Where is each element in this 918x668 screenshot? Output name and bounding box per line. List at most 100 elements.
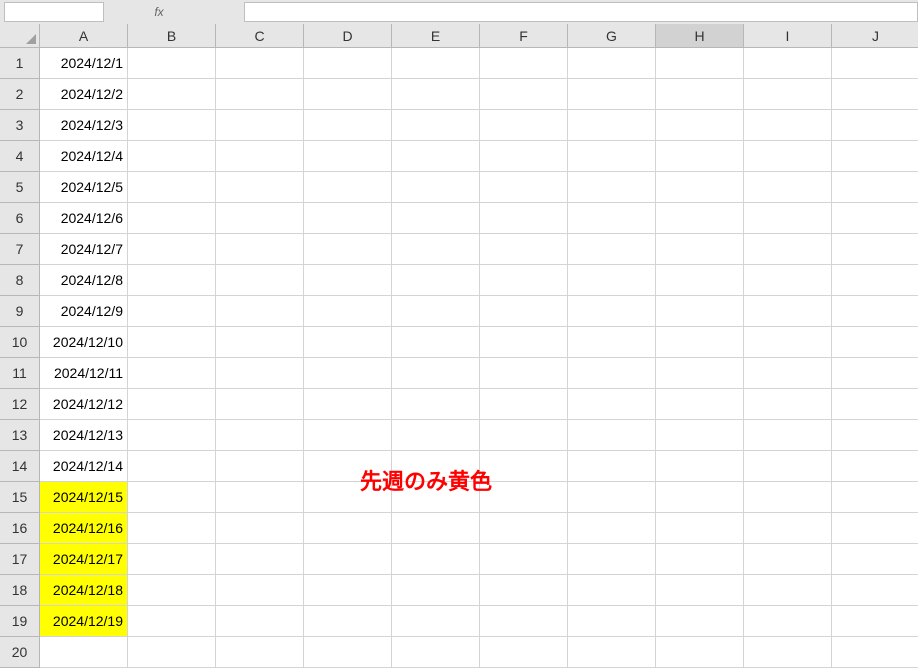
cell-F4[interactable]: [480, 141, 568, 172]
cell-E10[interactable]: [392, 327, 480, 358]
cell-G7[interactable]: [568, 234, 656, 265]
cell-D17[interactable]: [304, 544, 392, 575]
cell-B4[interactable]: [128, 141, 216, 172]
cell-C5[interactable]: [216, 172, 304, 203]
cell-B19[interactable]: [128, 606, 216, 637]
cell-G13[interactable]: [568, 420, 656, 451]
cell-A16[interactable]: 2024/12/16: [40, 513, 128, 544]
cell-D11[interactable]: [304, 358, 392, 389]
cell-E1[interactable]: [392, 48, 480, 79]
cell-I11[interactable]: [744, 358, 832, 389]
cell-H3[interactable]: [656, 110, 744, 141]
cell-H19[interactable]: [656, 606, 744, 637]
cell-A9[interactable]: 2024/12/9: [40, 296, 128, 327]
cell-F14[interactable]: [480, 451, 568, 482]
cell-H6[interactable]: [656, 203, 744, 234]
cell-I2[interactable]: [744, 79, 832, 110]
column-header-E[interactable]: E: [392, 24, 480, 48]
cell-H14[interactable]: [656, 451, 744, 482]
cell-H12[interactable]: [656, 389, 744, 420]
cell-E9[interactable]: [392, 296, 480, 327]
cell-I5[interactable]: [744, 172, 832, 203]
cell-J14[interactable]: [832, 451, 918, 482]
cell-C18[interactable]: [216, 575, 304, 606]
cell-B5[interactable]: [128, 172, 216, 203]
cell-I16[interactable]: [744, 513, 832, 544]
cell-E15[interactable]: [392, 482, 480, 513]
cell-D3[interactable]: [304, 110, 392, 141]
cell-D14[interactable]: [304, 451, 392, 482]
cell-H13[interactable]: [656, 420, 744, 451]
cell-H11[interactable]: [656, 358, 744, 389]
column-header-I[interactable]: I: [744, 24, 832, 48]
cell-F6[interactable]: [480, 203, 568, 234]
row-header-9[interactable]: 9: [0, 296, 40, 327]
cell-F11[interactable]: [480, 358, 568, 389]
row-header-6[interactable]: 6: [0, 203, 40, 234]
cell-E18[interactable]: [392, 575, 480, 606]
cell-A19[interactable]: 2024/12/19: [40, 606, 128, 637]
cell-G11[interactable]: [568, 358, 656, 389]
cell-G8[interactable]: [568, 265, 656, 296]
cell-I17[interactable]: [744, 544, 832, 575]
cell-B8[interactable]: [128, 265, 216, 296]
cell-B1[interactable]: [128, 48, 216, 79]
cell-B18[interactable]: [128, 575, 216, 606]
cell-C11[interactable]: [216, 358, 304, 389]
cell-H7[interactable]: [656, 234, 744, 265]
row-header-18[interactable]: 18: [0, 575, 40, 606]
cell-F8[interactable]: [480, 265, 568, 296]
cell-B13[interactable]: [128, 420, 216, 451]
cell-A2[interactable]: 2024/12/2: [40, 79, 128, 110]
cell-G16[interactable]: [568, 513, 656, 544]
cell-C13[interactable]: [216, 420, 304, 451]
cell-H17[interactable]: [656, 544, 744, 575]
column-header-D[interactable]: D: [304, 24, 392, 48]
column-header-J[interactable]: J: [832, 24, 918, 48]
cell-B17[interactable]: [128, 544, 216, 575]
cell-I10[interactable]: [744, 327, 832, 358]
cell-B7[interactable]: [128, 234, 216, 265]
cell-E19[interactable]: [392, 606, 480, 637]
cell-A1[interactable]: 2024/12/1: [40, 48, 128, 79]
cell-E5[interactable]: [392, 172, 480, 203]
cell-A12[interactable]: 2024/12/12: [40, 389, 128, 420]
cell-F9[interactable]: [480, 296, 568, 327]
cell-J12[interactable]: [832, 389, 918, 420]
cell-C9[interactable]: [216, 296, 304, 327]
cell-G17[interactable]: [568, 544, 656, 575]
cell-A8[interactable]: 2024/12/8: [40, 265, 128, 296]
cell-C1[interactable]: [216, 48, 304, 79]
row-header-2[interactable]: 2: [0, 79, 40, 110]
cell-F3[interactable]: [480, 110, 568, 141]
cell-J7[interactable]: [832, 234, 918, 265]
cell-I8[interactable]: [744, 265, 832, 296]
cell-F2[interactable]: [480, 79, 568, 110]
cell-J17[interactable]: [832, 544, 918, 575]
row-header-7[interactable]: 7: [0, 234, 40, 265]
cell-C4[interactable]: [216, 141, 304, 172]
row-header-19[interactable]: 19: [0, 606, 40, 637]
row-header-12[interactable]: 12: [0, 389, 40, 420]
cell-G15[interactable]: [568, 482, 656, 513]
cell-B10[interactable]: [128, 327, 216, 358]
cell-C8[interactable]: [216, 265, 304, 296]
row-header-17[interactable]: 17: [0, 544, 40, 575]
cell-C10[interactable]: [216, 327, 304, 358]
cell-F10[interactable]: [480, 327, 568, 358]
row-header-3[interactable]: 3: [0, 110, 40, 141]
cell-D7[interactable]: [304, 234, 392, 265]
cell-C15[interactable]: [216, 482, 304, 513]
cell-D9[interactable]: [304, 296, 392, 327]
formula-input[interactable]: [244, 2, 918, 22]
cell-G14[interactable]: [568, 451, 656, 482]
cell-B16[interactable]: [128, 513, 216, 544]
cell-I6[interactable]: [744, 203, 832, 234]
cell-C19[interactable]: [216, 606, 304, 637]
cell-D18[interactable]: [304, 575, 392, 606]
cell-E13[interactable]: [392, 420, 480, 451]
cell-H15[interactable]: [656, 482, 744, 513]
cell-J10[interactable]: [832, 327, 918, 358]
cell-H5[interactable]: [656, 172, 744, 203]
cell-D13[interactable]: [304, 420, 392, 451]
